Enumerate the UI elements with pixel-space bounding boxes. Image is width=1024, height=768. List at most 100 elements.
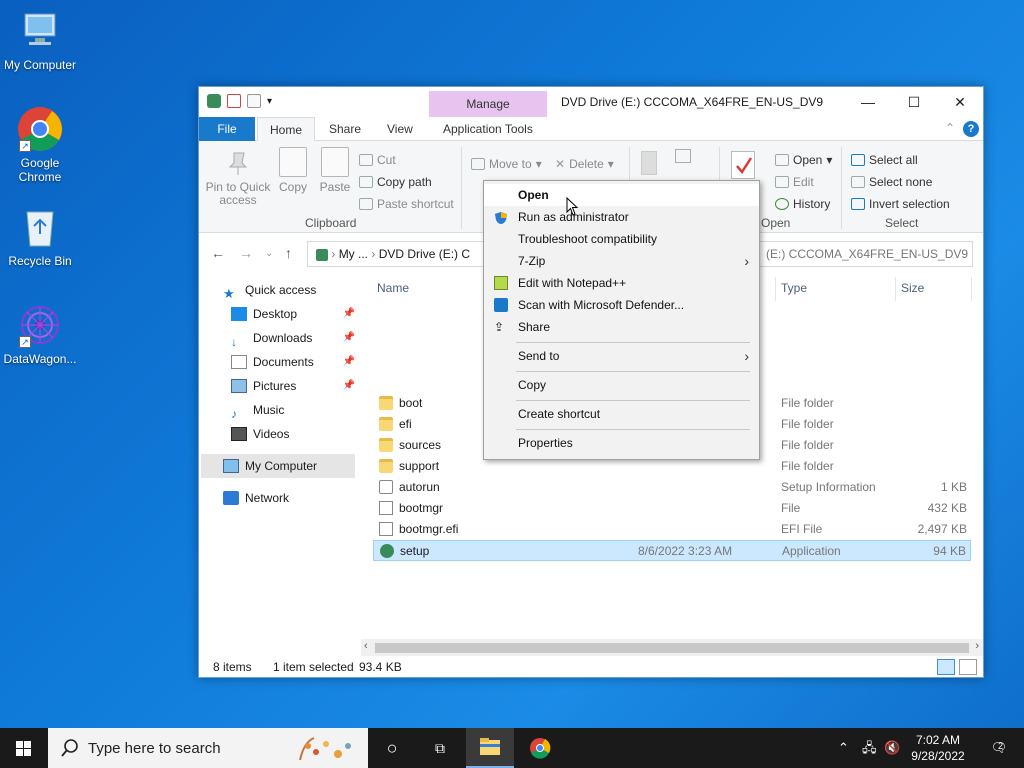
new-folder-qa-icon[interactable] [247, 94, 261, 108]
menu-item-send-to[interactable]: Send to › [484, 345, 759, 367]
nav-downloads[interactable]: ↓ Downloads 📌 [231, 327, 355, 349]
nav-network[interactable]: Network [223, 487, 289, 509]
copy-button[interactable]: Copy [275, 147, 311, 194]
new-item-ribbon-icon[interactable] [675, 149, 691, 163]
paste-shortcut-button[interactable]: Paste shortcut [359, 197, 454, 211]
submenu-arrow-icon: › [744, 253, 749, 269]
file-row[interactable]: bootmgr.efi EFI File 2,497 KB [373, 519, 971, 540]
file-row-selected[interactable]: setup 8/6/2022 3:23 AM Application 94 KB [373, 540, 971, 561]
title-bar[interactable]: ▾ Manage DVD Drive (E:) CCCOMA_X64FRE_EN… [199, 87, 983, 117]
help-icon[interactable]: ? [963, 121, 979, 137]
nav-music[interactable]: ♪ Music [231, 399, 284, 421]
column-header-type[interactable]: Type [781, 281, 807, 295]
desktop-icon-datawagon[interactable]: ↗ DataWagon... [0, 302, 80, 366]
open-dropdown-button[interactable]: Open ▾ [775, 153, 832, 167]
pin-icon[interactable]: 📌 [343, 351, 355, 373]
customize-qa-chevron-icon[interactable]: ▾ [267, 96, 272, 107]
select-all-button[interactable]: Select all [851, 153, 918, 167]
breadcrumb-dvd-drive[interactable]: DVD Drive (E:) C [379, 247, 470, 261]
edit-button[interactable]: Edit [775, 175, 814, 189]
new-folder-ribbon-icon[interactable] [641, 151, 657, 175]
scrollbar-thumb[interactable] [375, 643, 969, 653]
nav-desktop[interactable]: Desktop 📌 [231, 303, 355, 325]
ribbon-collapse-chevron-icon[interactable]: ⌃ [945, 121, 955, 135]
up-arrow-icon[interactable]: ↑ [285, 245, 292, 261]
tab-view[interactable]: View [375, 117, 425, 141]
column-separator[interactable] [775, 277, 776, 301]
nav-label: My Computer [245, 459, 318, 473]
maximize-button[interactable]: ☐ [891, 87, 937, 117]
desktop-icon-chrome[interactable]: ↗ Google Chrome [0, 106, 80, 184]
minimize-button[interactable]: — [845, 87, 891, 117]
file-explorer-taskbar-icon[interactable] [466, 728, 514, 768]
invert-selection-button[interactable]: Invert selection [851, 197, 950, 211]
file-row[interactable]: autorun Setup Information 1 KB [373, 477, 971, 498]
file-name: efi [399, 417, 412, 431]
nav-pictures[interactable]: Pictures 📌 [231, 375, 355, 397]
horizontal-scrollbar[interactable]: ‹ › [361, 639, 983, 656]
menu-item-create-shortcut[interactable]: Create shortcut [484, 403, 759, 425]
chrome-taskbar-icon[interactable] [516, 728, 564, 768]
notification-center-icon[interactable]: 🗨 2 [984, 728, 1014, 768]
delete-button[interactable]: ✕ Delete ▾ [555, 157, 614, 171]
nav-my-computer[interactable]: My Computer [223, 455, 317, 477]
tab-application-tools[interactable]: Application Tools [431, 117, 545, 141]
tab-file[interactable]: File [199, 117, 255, 141]
history-button[interactable]: History [775, 197, 830, 211]
copy-path-button[interactable]: Copy path [359, 175, 432, 189]
pin-icon[interactable]: 📌 [343, 375, 355, 397]
tab-share[interactable]: Share [317, 117, 373, 141]
nav-label: Documents [253, 355, 314, 369]
column-header-name[interactable]: Name [377, 281, 409, 295]
pin-icon[interactable]: 📌 [343, 303, 355, 325]
menu-item-scan-defender[interactable]: Scan with Microsoft Defender... [484, 294, 759, 316]
properties-ribbon-icon[interactable] [731, 151, 755, 179]
cut-button[interactable]: Cut [359, 153, 396, 167]
column-separator[interactable] [895, 277, 896, 301]
start-button[interactable] [0, 728, 48, 768]
select-none-button[interactable]: Select none [851, 175, 932, 189]
show-hidden-icons-chevron-icon[interactable]: ⌃ [838, 728, 849, 768]
column-header-size[interactable]: Size [901, 281, 924, 295]
pin-icon[interactable]: 📌 [343, 327, 355, 349]
move-to-button[interactable]: Move to ▾ [471, 157, 542, 171]
forward-arrow-icon[interactable]: → [239, 245, 253, 261]
large-icons-view-icon[interactable] [959, 659, 977, 675]
setup-information-icon [379, 480, 393, 494]
recent-locations-chevron-icon[interactable]: ⌄ [265, 248, 273, 259]
taskbar-search[interactable]: Type here to search [48, 728, 368, 768]
select-all-label: Select all [869, 153, 918, 167]
properties-qa-icon[interactable] [227, 94, 241, 108]
taskbar-clock[interactable]: 7:02 AM 9/28/2022 [896, 732, 980, 764]
pin-quick-access-button[interactable]: Pin to Quick access [205, 147, 271, 207]
desktop-icon-recycle-bin[interactable]: Recycle Bin [0, 204, 80, 268]
tab-manage[interactable]: Manage [429, 91, 547, 117]
paste-button[interactable]: Paste [317, 147, 353, 194]
column-separator[interactable] [971, 277, 972, 301]
menu-item-run-as-administrator[interactable]: Run as administrator [484, 206, 759, 228]
nav-quick-access[interactable]: ★ Quick access [223, 279, 316, 301]
file-row[interactable]: bootmgr File 432 KB [373, 498, 971, 519]
tab-home[interactable]: Home [257, 117, 316, 141]
cortana-icon[interactable]: ○ [368, 728, 416, 768]
menu-item-7zip[interactable]: 7-Zip › [484, 250, 759, 272]
breadcrumb-my-computer[interactable]: My ... [339, 247, 368, 261]
search-input[interactable]: (E:) CCCOMA_X64FRE_EN-US_DV9 [759, 241, 973, 267]
details-view-icon[interactable] [937, 659, 955, 675]
nav-documents[interactable]: Documents 📌 [231, 351, 355, 373]
close-button[interactable]: ✕ [937, 87, 983, 117]
network-tray-icon[interactable]: 🖧 [862, 728, 877, 768]
scroll-left-arrow-icon[interactable]: ‹ [364, 640, 368, 652]
desktop-icon-my-computer[interactable]: My Computer [0, 8, 80, 72]
monitor-icon [17, 8, 63, 54]
scroll-right-arrow-icon[interactable]: › [975, 640, 979, 652]
menu-item-troubleshoot-compatibility[interactable]: Troubleshoot compatibility [484, 228, 759, 250]
task-view-icon[interactable]: ⧉ [416, 728, 464, 768]
menu-item-properties[interactable]: Properties [484, 432, 759, 454]
back-arrow-icon[interactable]: ← [211, 245, 225, 261]
nav-videos[interactable]: Videos [231, 423, 289, 445]
menu-item-share[interactable]: ⇪ Share [484, 316, 759, 338]
menu-item-edit-notepadpp[interactable]: Edit with Notepad++ [484, 272, 759, 294]
menu-item-open[interactable]: Open [484, 184, 759, 206]
menu-item-copy[interactable]: Copy [484, 374, 759, 396]
